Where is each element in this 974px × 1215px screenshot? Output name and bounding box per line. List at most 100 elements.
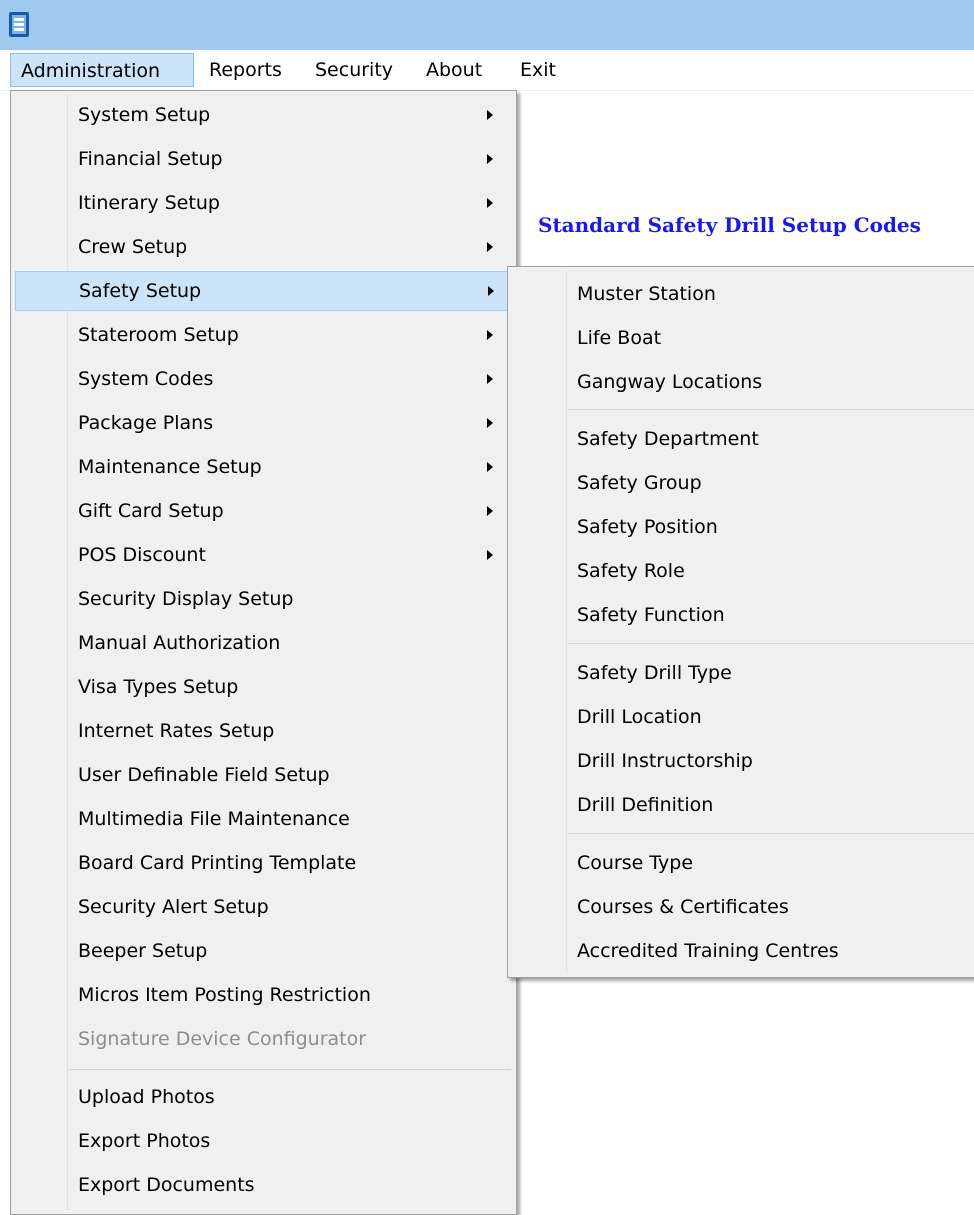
page-heading: Standard Safety Drill Setup Codes — [538, 213, 921, 237]
admin-item-label: Upload Photos — [78, 1086, 215, 1108]
safety-item-courses-and-certificates[interactable]: Courses & Certificates — [512, 887, 972, 927]
safety-item-course-type[interactable]: Course Type — [512, 843, 972, 883]
admin-item-label: Visa Types Setup — [78, 676, 239, 698]
submenu-arrow-icon — [487, 550, 493, 560]
menu-separator — [568, 833, 974, 834]
safety-item-drill-instructorship[interactable]: Drill Instructorship — [512, 741, 972, 781]
safety-item-label: Safety Department — [577, 428, 759, 450]
admin-item-label: Board Card Printing Template — [78, 852, 357, 874]
admin-item-beeper-setup[interactable]: Beeper Setup — [15, 931, 512, 971]
safety-item-drill-location[interactable]: Drill Location — [512, 697, 972, 737]
admin-item-label: Security Alert Setup — [78, 896, 269, 918]
safety-item-label: Gangway Locations — [577, 371, 763, 393]
admin-item-label: Crew Setup — [78, 236, 188, 258]
admin-item-label: Financial Setup — [78, 148, 223, 170]
admin-item-financial-setup[interactable]: Financial Setup — [15, 139, 512, 179]
admin-item-signature-device-configurator: Signature Device Configurator — [15, 1019, 512, 1059]
safety-item-label: Courses & Certificates — [577, 896, 789, 918]
admin-item-pos-discount[interactable]: POS Discount — [15, 535, 512, 575]
admin-item-label: Gift Card Setup — [78, 500, 224, 522]
admin-item-label: System Codes — [78, 368, 214, 390]
admin-item-board-card-printing-template[interactable]: Board Card Printing Template — [15, 843, 512, 883]
safety-item-safety-function[interactable]: Safety Function — [512, 595, 972, 635]
safety-item-label: Safety Drill Type — [577, 662, 732, 684]
safety-item-safety-department[interactable]: Safety Department — [512, 419, 972, 459]
safety-item-label: Accredited Training Centres — [577, 940, 839, 962]
admin-item-security-display-setup[interactable]: Security Display Setup — [15, 579, 512, 619]
safety-item-label: Safety Group — [577, 472, 702, 494]
admin-item-internet-rates-setup[interactable]: Internet Rates Setup — [15, 711, 512, 751]
safety-item-label: Safety Role — [577, 560, 685, 582]
admin-item-export-documents[interactable]: Export Documents — [15, 1165, 512, 1205]
admin-item-system-setup[interactable]: System Setup — [15, 95, 512, 135]
admin-item-upload-photos[interactable]: Upload Photos — [15, 1077, 512, 1117]
safety-item-muster-station[interactable]: Muster Station — [512, 274, 972, 314]
submenu-arrow-icon — [488, 286, 494, 296]
safety-setup-submenu: Muster Station Life Boat Gangway Locations… — [507, 266, 974, 978]
safety-item-label: Drill Instructorship — [577, 750, 753, 772]
admin-item-safety-setup[interactable]: Safety Setup — [15, 271, 512, 311]
admin-item-export-photos[interactable]: Export Photos — [15, 1121, 512, 1161]
safety-item-label: Drill Location — [577, 706, 702, 728]
safety-item-life-boat[interactable]: Life Boat — [512, 318, 972, 358]
admin-item-label: Maintenance Setup — [78, 456, 262, 478]
menu-administration[interactable]: Administration — [10, 53, 194, 87]
safety-item-safety-position[interactable]: Safety Position — [512, 507, 972, 547]
safety-item-label: Course Type — [577, 852, 694, 874]
admin-item-label: Multimedia File Maintenance — [78, 808, 350, 830]
admin-item-security-alert-setup[interactable]: Security Alert Setup — [15, 887, 512, 927]
submenu-arrow-icon — [487, 462, 493, 472]
menu-about[interactable]: About — [416, 53, 492, 87]
submenu-arrow-icon — [487, 330, 493, 340]
admin-item-multimedia-file-maintenance[interactable]: Multimedia File Maintenance — [15, 799, 512, 839]
admin-item-label: POS Discount — [78, 544, 206, 566]
admin-item-visa-types-setup[interactable]: Visa Types Setup — [15, 667, 512, 707]
admin-item-label: Internet Rates Setup — [78, 720, 275, 742]
submenu-arrow-icon — [487, 418, 493, 428]
admin-item-label: Export Documents — [78, 1174, 255, 1196]
admin-item-package-plans[interactable]: Package Plans — [15, 403, 512, 443]
admin-item-label: Signature Device Configurator — [78, 1028, 367, 1050]
admin-item-label: Export Photos — [78, 1130, 211, 1152]
safety-item-accredited-training-centres[interactable]: Accredited Training Centres — [512, 931, 972, 971]
submenu-arrow-icon — [487, 154, 493, 164]
admin-item-label: Security Display Setup — [78, 588, 294, 610]
admin-item-crew-setup[interactable]: Crew Setup — [15, 227, 512, 267]
title-bar — [0, 0, 974, 50]
menu-bar: Administration Reports Security About Ex… — [0, 50, 974, 91]
safety-item-label: Safety Position — [577, 516, 718, 538]
safety-item-label: Life Boat — [577, 327, 662, 349]
submenu-arrow-icon — [487, 374, 493, 384]
admin-item-label: Manual Authorization — [78, 632, 281, 654]
safety-item-gangway-locations[interactable]: Gangway Locations — [512, 362, 972, 402]
admin-item-micros-item-posting-restriction[interactable]: Micros Item Posting Restriction — [15, 975, 512, 1015]
admin-item-stateroom-setup[interactable]: Stateroom Setup — [15, 315, 512, 355]
menu-security[interactable]: Security — [305, 53, 403, 87]
safety-item-drill-definition[interactable]: Drill Definition — [512, 785, 972, 825]
submenu-arrow-icon — [487, 506, 493, 516]
menu-separator — [568, 409, 974, 410]
admin-item-itinerary-setup[interactable]: Itinerary Setup — [15, 183, 512, 223]
admin-item-maintenance-setup[interactable]: Maintenance Setup — [15, 447, 512, 487]
menu-reports[interactable]: Reports — [199, 53, 292, 87]
admin-item-manual-authorization[interactable]: Manual Authorization — [15, 623, 512, 663]
admin-item-user-definable-field-setup[interactable]: User Definable Field Setup — [15, 755, 512, 795]
menu-exit[interactable]: Exit — [510, 53, 566, 87]
menu-separator — [69, 1069, 511, 1070]
app-icon — [9, 12, 29, 37]
safety-item-safety-role[interactable]: Safety Role — [512, 551, 972, 591]
admin-item-label: Itinerary Setup — [78, 192, 220, 214]
safety-item-label: Safety Function — [577, 604, 725, 626]
safety-item-safety-group[interactable]: Safety Group — [512, 463, 972, 503]
submenu-arrow-icon — [487, 110, 493, 120]
safety-item-label: Drill Definition — [577, 794, 714, 816]
admin-item-label: Safety Setup — [79, 280, 202, 302]
admin-item-label: Package Plans — [78, 412, 214, 434]
admin-item-label: Micros Item Posting Restriction — [78, 984, 371, 1006]
safety-item-safety-drill-type[interactable]: Safety Drill Type — [512, 653, 972, 693]
submenu-arrow-icon — [487, 242, 493, 252]
menu-separator — [568, 643, 974, 644]
admin-item-label: System Setup — [78, 104, 211, 126]
admin-item-gift-card-setup[interactable]: Gift Card Setup — [15, 491, 512, 531]
admin-item-system-codes[interactable]: System Codes — [15, 359, 512, 399]
